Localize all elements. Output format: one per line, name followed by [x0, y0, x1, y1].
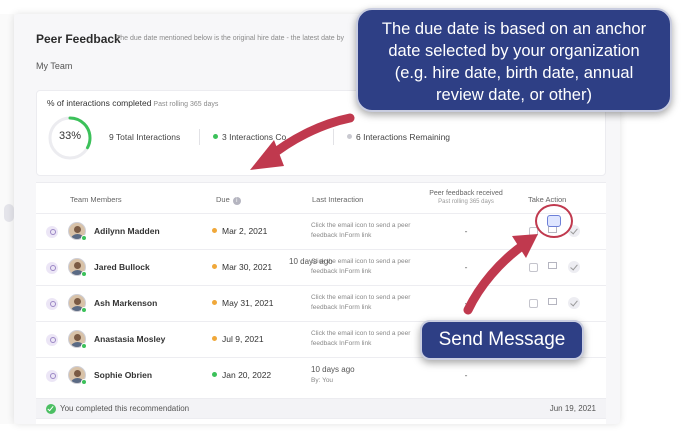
remaining-dot	[347, 134, 352, 139]
completed-note: You completed this recommendation	[60, 404, 190, 413]
remaining-interactions: 6 Interactions Remaining	[347, 132, 450, 142]
last-interaction: Click the email icon to send a peer feed…	[311, 330, 411, 347]
edit-icon[interactable]	[529, 299, 538, 308]
profile-icon[interactable]	[46, 334, 58, 346]
completed-interactions: 3 Interactions Co	[213, 132, 286, 142]
member-name[interactable]: Sophie Obrien	[94, 370, 152, 380]
table-row: Adilynn Madden Mar 2, 2021 Click the email…	[36, 213, 606, 249]
peer-feedback-received: -	[464, 226, 468, 236]
member-name[interactable]: Adilynn Madden	[94, 226, 160, 236]
team-members-table: Team Members Due i Last Interaction Peer …	[36, 182, 606, 424]
summary-label: % of interactions completed Past rolling …	[47, 98, 218, 108]
check-icon[interactable]	[568, 297, 580, 309]
table-row-partial	[36, 418, 606, 424]
presence-indicator	[81, 379, 87, 385]
email-icon-highlight[interactable]	[535, 204, 573, 238]
peer-feedback-received: -	[464, 370, 468, 380]
edit-icon[interactable]	[529, 263, 538, 272]
due-date-callout: The due date is based on an anchor date …	[356, 8, 672, 112]
email-icon[interactable]	[548, 262, 557, 269]
col-header-received: Peer feedback received Past rolling 365 d…	[414, 189, 518, 207]
last-interaction: Click the email icon to send a peer feed…	[311, 222, 411, 239]
table-row: Ash Markenson May 31, 2021 Click the email…	[36, 285, 606, 321]
member-name[interactable]: Ash Markenson	[94, 298, 157, 308]
due-status-dot	[212, 372, 217, 377]
peer-feedback-received: -	[464, 262, 468, 272]
due-date-text: Jan 20, 2022	[222, 370, 272, 380]
sidebar-toggle-handle[interactable]	[4, 204, 14, 222]
email-icon[interactable]	[547, 215, 561, 227]
col-header-action: Take Action	[528, 195, 567, 204]
remaining-interactions-text: 6 Interactions Remaining	[356, 132, 451, 142]
table-row: Sophie Obrien Jan 20, 2022 10 days ago By: …	[36, 357, 606, 393]
due-status-dot	[212, 336, 217, 341]
completed-interactions-text: 3 Interactions Co	[222, 132, 287, 142]
due-date-text: Mar 2, 2021	[222, 226, 268, 236]
presence-indicator	[81, 307, 87, 313]
presence-indicator	[81, 343, 87, 349]
completed-dot	[213, 134, 218, 139]
member-name[interactable]: Jared Bullock	[94, 262, 150, 272]
divider	[333, 129, 334, 145]
due-date: Jul 9, 2021	[212, 334, 264, 344]
completed-date: Jun 19, 2021	[549, 404, 596, 413]
my-team-link[interactable]: My Team	[36, 61, 72, 71]
profile-icon[interactable]	[46, 370, 58, 382]
member-name[interactable]: Anastasia Mosley	[94, 334, 165, 344]
summary-label-sub: Past rolling 365 days	[153, 101, 219, 108]
send-message-callout: Send Message	[420, 320, 584, 360]
email-icon[interactable]	[548, 298, 557, 305]
info-icon[interactable]: i	[232, 197, 241, 205]
due-date: Mar 30, 2021	[212, 262, 272, 272]
screenshot: { "header": { "title": "Peer Feedback", …	[0, 0, 688, 432]
presence-indicator	[81, 235, 87, 241]
due-date-text: Jul 9, 2021	[222, 334, 264, 344]
partial-row-last-interaction: 10 days ago	[289, 257, 333, 266]
col-header-received-label: Peer feedback received	[429, 190, 503, 197]
table-row: Jared Bullock Mar 30, 2021 Click the email…	[36, 249, 606, 285]
due-date-text: Mar 30, 2021	[222, 262, 273, 272]
presence-indicator	[81, 271, 87, 277]
due-date: May 31, 2021	[212, 298, 274, 308]
profile-icon[interactable]	[46, 262, 58, 274]
col-header-last: Last Interaction	[312, 195, 364, 204]
profile-icon[interactable]	[46, 298, 58, 310]
due-date: Mar 2, 2021	[212, 226, 267, 236]
completed-recommendation-bar: You completed this recommendation Jun 19…	[36, 398, 606, 418]
total-interactions: 9 Total Interactions	[109, 132, 181, 142]
due-status-dot	[212, 228, 217, 233]
col-header-members: Team Members	[70, 195, 122, 204]
page-subtitle: The due date mentioned below is the orig…	[116, 35, 345, 42]
last-interaction-text: 10 days ago	[311, 365, 355, 374]
last-interaction: 10 days ago By: You	[311, 365, 411, 386]
peer-feedback-received: -	[464, 298, 468, 308]
due-status-dot	[212, 300, 217, 305]
col-header-received-sub: Past rolling 365 days	[438, 199, 494, 205]
check-circle-icon	[46, 404, 56, 414]
left-gutter	[0, 14, 14, 424]
divider	[199, 129, 200, 145]
summary-label-text: % of interactions completed	[47, 98, 152, 108]
completion-percent: 33%	[58, 130, 82, 142]
due-date: Jan 20, 2022	[212, 370, 271, 380]
col-header-due-label: Due	[216, 195, 230, 204]
last-interaction-by: By: You	[311, 377, 334, 384]
profile-icon[interactable]	[46, 226, 58, 238]
col-header-due[interactable]: Due i	[216, 195, 241, 205]
last-interaction: Click the email icon to send a peer feed…	[311, 294, 411, 311]
check-icon[interactable]	[568, 261, 580, 273]
page-title: Peer Feedback	[36, 32, 121, 46]
due-status-dot	[212, 264, 217, 269]
due-date-text: May 31, 2021	[222, 298, 274, 308]
